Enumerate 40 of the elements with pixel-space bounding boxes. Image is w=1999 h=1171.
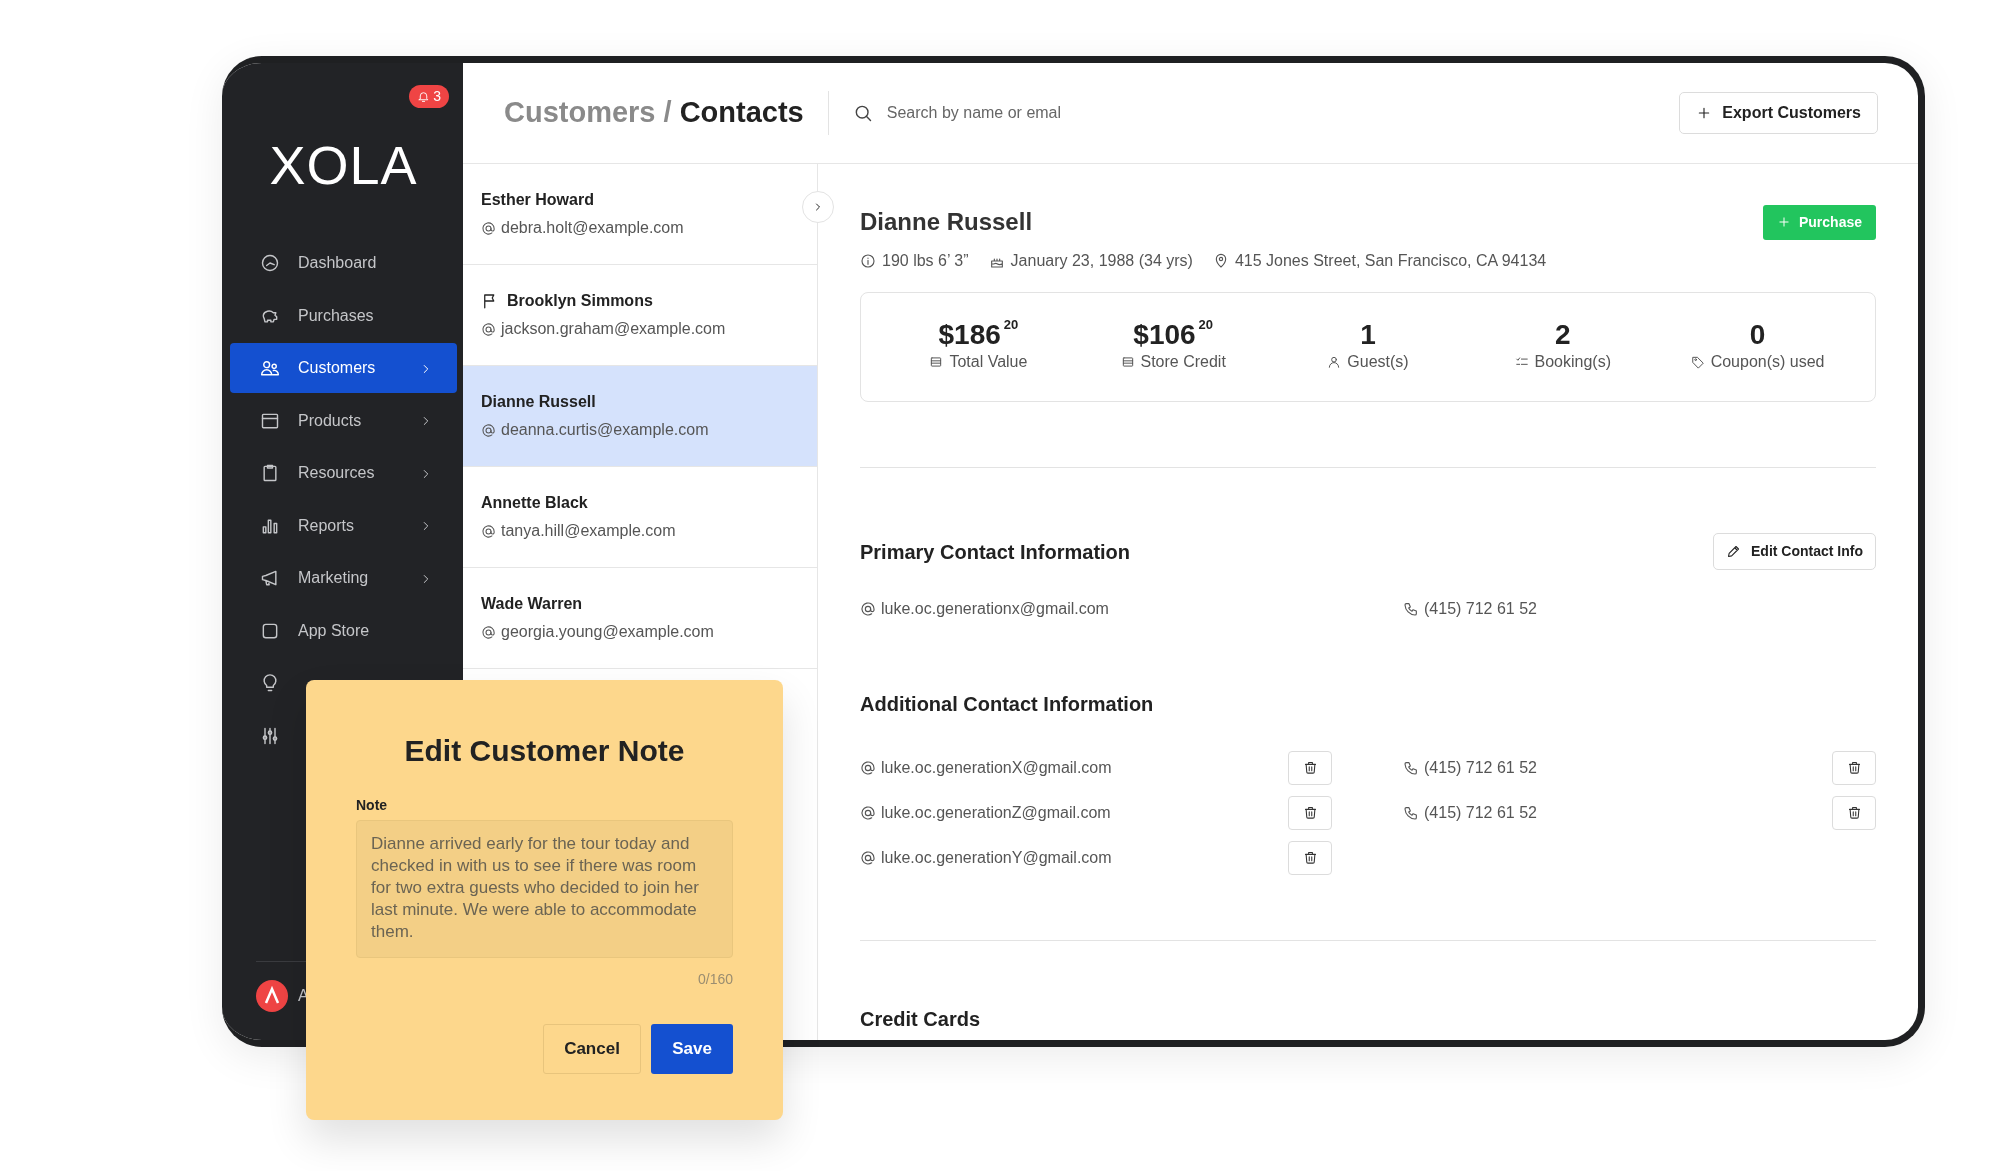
stat-label: Store Credit <box>1140 352 1226 373</box>
page-title: Contacts <box>679 96 804 129</box>
character-counter: 0/160 <box>697 971 733 987</box>
contact-email: luke.oc.generationx@gmail.com <box>881 599 1109 619</box>
stat-value: 1 <box>1359 319 1377 351</box>
stat-value: $106$^{20}$ <box>1132 319 1215 351</box>
contact-email: tanya.hill@example.com <box>501 521 676 541</box>
contact-phone: (415) 712 61 52 <box>1424 599 1537 619</box>
customer-name: Dianne Russell <box>860 207 1033 237</box>
contact-name: Wade Warren <box>481 594 583 614</box>
contact-name: Dianne Russell <box>481 392 596 412</box>
contact-phone: (415) 712 61 52 <box>1424 757 1537 778</box>
stat-label: Booking(s) <box>1534 352 1612 373</box>
field-label: Note <box>356 796 389 815</box>
section-title: Primary Contact Information <box>860 539 1131 565</box>
stat-label: Coupon(s) used <box>1710 352 1825 373</box>
section-title: Credit Cards <box>860 1007 982 1032</box>
stat-value: 0 <box>1748 319 1767 351</box>
height-weight: 190 lbs 6’ 3” <box>882 251 969 271</box>
contact-name: Esther Howard <box>481 190 594 210</box>
section-title: Additional Contact Information <box>860 692 1155 717</box>
contact-email: debra.holt@example.com <box>501 218 684 238</box>
contact-name: Annette Black <box>481 493 588 513</box>
contact-email: jackson.graham@example.com <box>501 319 726 339</box>
contact-phone: (415) 712 61 52 <box>1424 802 1537 823</box>
address: 415 Jones Street, San Francisco, CA 94134 <box>1234 251 1547 271</box>
stat-label: Guest(s) <box>1347 352 1409 373</box>
birthday: January 23, 1988 (34 yrs) <box>1010 251 1193 271</box>
contact-email: luke.oc.generationY@gmail.com <box>881 847 1112 868</box>
stat-value: 2 <box>1554 319 1572 351</box>
stat-label: Total Value <box>949 352 1028 373</box>
contact-email: georgia.young@example.com <box>501 622 714 642</box>
contact-email: deanna.curtis@example.com <box>501 420 709 440</box>
stat-value: $186$^{20}$ <box>937 319 1020 351</box>
logo: XOLA <box>268 138 419 192</box>
contact-email: luke.oc.generationX@gmail.com <box>881 757 1112 778</box>
contact-name: Brooklyn Simmons <box>507 291 653 311</box>
contact-email: luke.oc.generationZ@gmail.com <box>881 802 1111 823</box>
notification-count: 3 <box>433 87 441 106</box>
dialog-title: Edit Customer Note <box>403 733 686 769</box>
